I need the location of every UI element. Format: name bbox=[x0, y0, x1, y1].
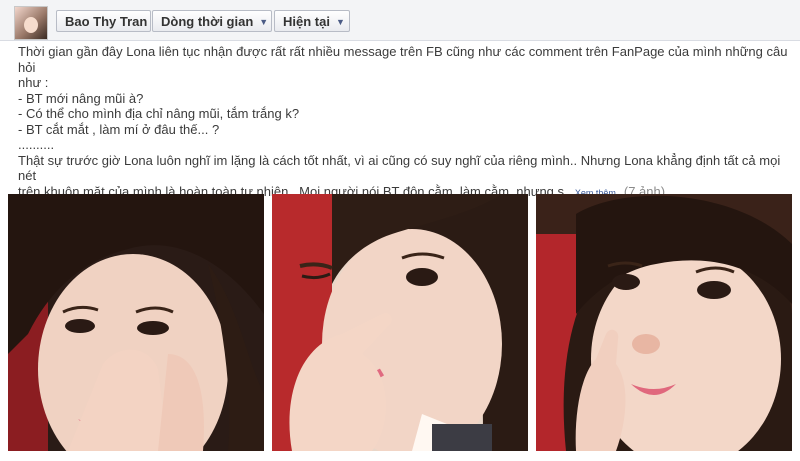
profile-name-label: Bao Thy Tran bbox=[65, 14, 148, 29]
post-line: như : bbox=[18, 75, 49, 90]
profile-name-button[interactable]: Bao Thy Tran bbox=[56, 10, 151, 32]
post-text: Thời gian gần đây Lona liên tục nhận đượ… bbox=[18, 44, 788, 201]
present-label: Hiện tại bbox=[283, 14, 330, 29]
present-dropdown-button[interactable]: Hiện tại ▼ bbox=[274, 10, 350, 32]
post-line: - Có thể cho mình địa chỉ nâng mũi, tắm … bbox=[18, 106, 300, 121]
photo-1[interactable] bbox=[8, 194, 264, 451]
post-line: - BT cắt mắt , làm mí ở đâu thế... ? bbox=[18, 121, 220, 137]
caret-down-icon: ▼ bbox=[259, 17, 269, 27]
timeline-header-bar: Bao Thy Tran Dòng thời gian ▼ Hiện tại ▼ bbox=[0, 0, 800, 41]
photo-2[interactable] bbox=[272, 194, 528, 451]
post-line: Thời gian gần đây Lona liên tục nhận đượ… bbox=[18, 44, 788, 75]
post-line: - BT mới nâng mũi à? bbox=[18, 90, 144, 106]
photo-3[interactable] bbox=[536, 194, 792, 451]
caret-down-icon: ▼ bbox=[335, 17, 345, 27]
timeline-label: Dòng thời gian bbox=[161, 14, 254, 29]
post-line: Thật sự trước giờ Lona luôn nghĩ im lặng… bbox=[18, 152, 781, 184]
profile-avatar[interactable] bbox=[14, 6, 48, 40]
timeline-dropdown-button[interactable]: Dòng thời gian ▼ bbox=[152, 10, 272, 32]
post-line: .......... bbox=[18, 137, 55, 152]
